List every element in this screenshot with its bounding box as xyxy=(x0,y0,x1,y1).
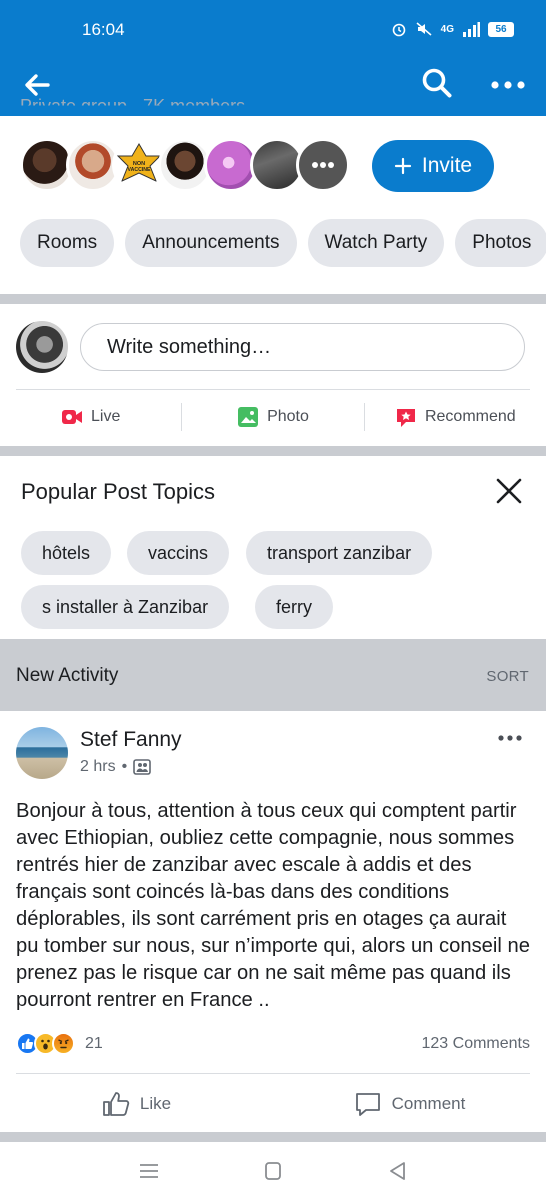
topic-chip-hotels[interactable]: hôtels xyxy=(21,531,112,575)
top-bar xyxy=(0,58,546,116)
tab-announcements[interactable]: Announcements xyxy=(125,219,297,267)
like-label: Like xyxy=(139,1094,172,1113)
angry-reaction-icon xyxy=(52,1032,75,1055)
badge-star-icon: NON VACCINE xyxy=(116,143,162,182)
back-triangle-icon[interactable] xyxy=(386,1160,410,1182)
app-root: 16:04 4G 56 Private group · 7K members N… xyxy=(0,0,546,1200)
new-activity-title: New Activity xyxy=(16,665,119,686)
group-tabs: Rooms Announcements Watch Party Photos xyxy=(20,219,546,267)
invite-label: Invite xyxy=(421,154,473,177)
post-author-name[interactable]: Stef Fanny xyxy=(80,728,182,752)
comments-count[interactable]: 123 Comments xyxy=(422,1035,531,1053)
composer-placeholder: Write something… xyxy=(107,335,272,358)
post-meta: 2 hrs • xyxy=(80,758,151,776)
post-text: Bonjour à tous, attention à tous ceux qu… xyxy=(16,800,530,1011)
mute-icon xyxy=(416,22,432,36)
video-camera-icon xyxy=(61,410,82,424)
arrow-left-icon[interactable] xyxy=(22,70,52,100)
photo-icon xyxy=(238,407,259,427)
popular-topics-title: Popular Post Topics xyxy=(21,479,216,504)
write-something-input[interactable]: Write something… xyxy=(80,323,525,371)
member-avatars[interactable]: NON VACCINE xyxy=(20,138,350,194)
reactions-count[interactable]: 21 xyxy=(85,1035,103,1053)
svg-text:VACCINE: VACCINE xyxy=(128,167,152,173)
topic-chip-vaccins[interactable]: vaccins xyxy=(127,531,230,575)
reactions-summary[interactable] xyxy=(16,1032,75,1055)
post-divider xyxy=(16,1073,530,1074)
comment-icon xyxy=(355,1093,380,1116)
battery-level: 56 xyxy=(495,23,507,35)
like-button[interactable]: Like xyxy=(0,1080,273,1128)
comment-label: Comment xyxy=(391,1094,466,1113)
post-actions: Like Comment xyxy=(0,1080,546,1128)
recommend-button[interactable]: Recommend xyxy=(365,406,546,428)
signal-icon xyxy=(463,21,480,37)
composer-divider xyxy=(16,389,530,390)
topic-chip-ferry[interactable]: ferry xyxy=(255,585,333,629)
thumbs-up-icon xyxy=(103,1092,130,1116)
battery-icon: 56 xyxy=(488,21,514,37)
post-time[interactable]: 2 hrs xyxy=(80,758,116,776)
section-divider xyxy=(0,1132,546,1142)
more-dots-icon xyxy=(312,162,334,168)
more-dots-icon[interactable] xyxy=(498,733,522,743)
menu-icon[interactable] xyxy=(137,1160,161,1182)
group-audience-icon xyxy=(133,759,151,775)
photo-label: Photo xyxy=(267,408,309,425)
more-dots-icon[interactable] xyxy=(490,70,526,100)
alarm-icon xyxy=(392,23,405,37)
status-bar: 16:04 4G 56 xyxy=(0,0,546,58)
invite-button[interactable]: Invite xyxy=(372,140,494,192)
tab-watch-party[interactable]: Watch Party xyxy=(307,219,445,267)
composer-actions: Live Photo Recommend xyxy=(0,393,546,441)
home-icon[interactable] xyxy=(261,1160,285,1182)
recommend-label: Recommend xyxy=(424,408,516,425)
close-icon[interactable] xyxy=(494,476,524,506)
new-activity-header: New Activity SORT xyxy=(0,639,546,711)
network-type: 4G xyxy=(440,23,454,35)
live-label: Live xyxy=(90,408,121,425)
status-time: 16:04 xyxy=(82,20,125,39)
tab-rooms[interactable]: Rooms xyxy=(20,219,115,267)
tab-photos[interactable]: Photos xyxy=(455,219,546,267)
search-icon[interactable] xyxy=(420,66,454,100)
meta-dot: • xyxy=(121,758,128,775)
composer-avatar[interactable] xyxy=(16,321,68,373)
sort-button[interactable]: SORT xyxy=(486,668,529,685)
comment-button[interactable]: Comment xyxy=(273,1080,546,1128)
section-divider xyxy=(0,294,546,304)
member-avatar-more[interactable] xyxy=(296,138,350,192)
photo-button[interactable]: Photo xyxy=(182,406,363,428)
section-divider xyxy=(0,446,546,456)
system-nav-bar xyxy=(0,1142,546,1200)
topic-chip-transport-zanzibar[interactable]: transport zanzibar xyxy=(246,531,433,575)
plus-icon xyxy=(394,157,411,175)
recommend-icon xyxy=(396,409,415,427)
post-author-avatar[interactable] xyxy=(16,727,68,779)
live-button[interactable]: Live xyxy=(0,408,181,426)
topic-chip-installer-zanzibar[interactable]: s installer à Zanzibar xyxy=(21,585,230,629)
status-icons: 4G 56 xyxy=(391,21,514,37)
